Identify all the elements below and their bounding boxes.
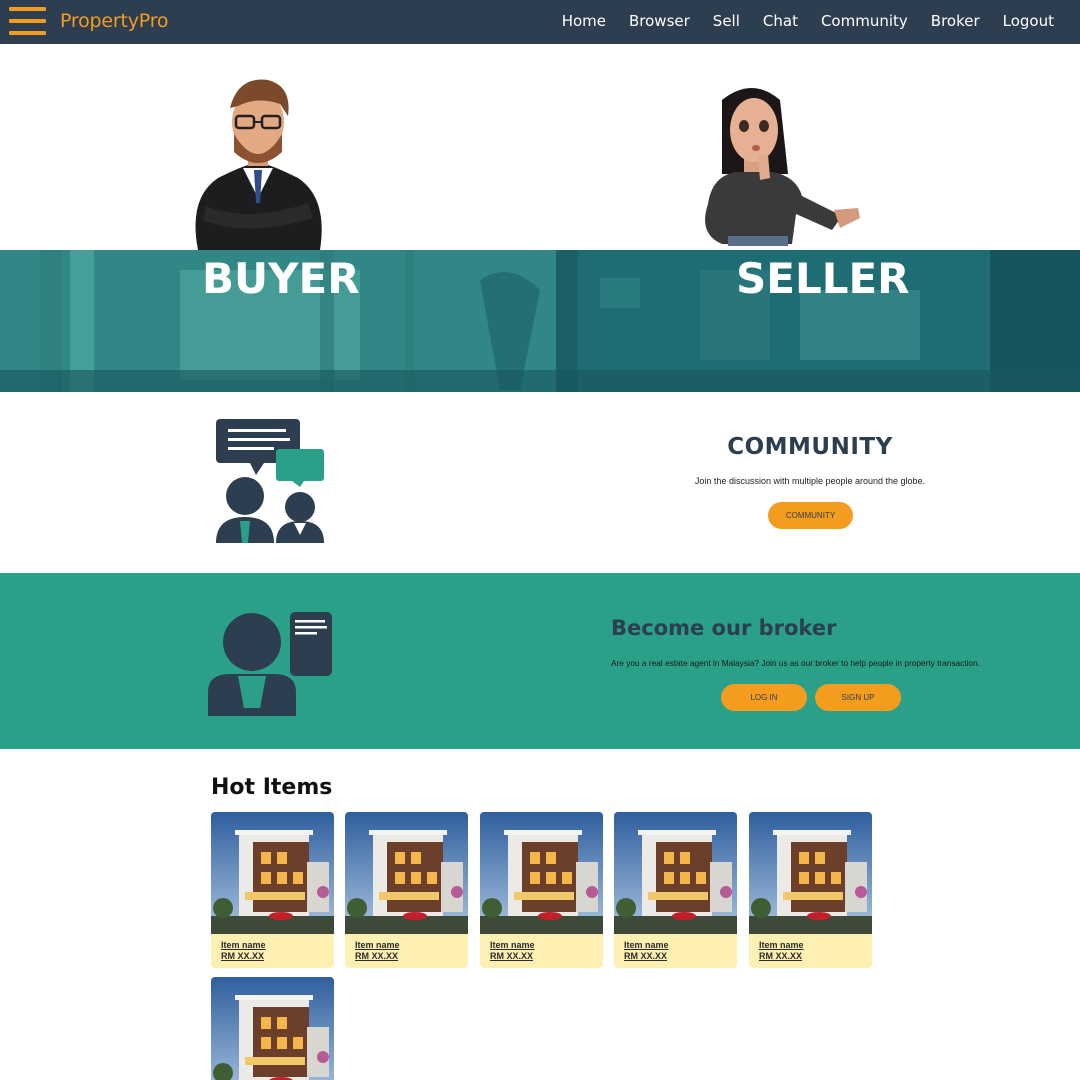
property-photo [614,812,737,934]
hot-item-card[interactable]: Item name RM XX.XX [345,812,468,968]
community-chat-icon [216,419,324,543]
login-button[interactable]: LOG IN [721,684,807,711]
nav-link-broker[interactable]: Broker [931,12,980,30]
hero-top-area [0,44,1080,250]
nav-link-browser[interactable]: Browser [629,12,690,30]
hot-item-card[interactable]: Item name RM XX.XX [211,812,334,968]
hot-item-card[interactable]: Item name RM XX.XX [480,812,603,968]
broker-person-icon [208,612,332,716]
item-price-link[interactable]: RM XX.XX [624,951,667,961]
nav-link-sell[interactable]: Sell [713,12,740,30]
property-photo [345,812,468,934]
property-photo [749,812,872,934]
item-name-link[interactable]: Item name [490,940,535,950]
item-price-link[interactable]: RM XX.XX [221,951,264,961]
community-button[interactable]: COMMUNITY [768,502,853,529]
hot-item-card[interactable] [211,977,334,1080]
nav-link-logout[interactable]: Logout [1003,12,1054,30]
item-name-link[interactable]: Item name [624,940,669,950]
item-name-link[interactable]: Item name [355,940,400,950]
buyer-avatar-icon [195,79,322,250]
buyer-heading[interactable]: BUYER [202,254,360,303]
hot-item-card[interactable]: Item name RM XX.XX [749,812,872,968]
broker-description: Are you a real estate agent in Malaysia?… [611,658,980,668]
item-price-link[interactable]: RM XX.XX [759,951,802,961]
item-price-link[interactable]: RM XX.XX [490,951,533,961]
property-photo [211,977,334,1080]
seller-avatar-icon [705,88,860,246]
seller-heading[interactable]: SELLER [736,254,910,303]
property-photo [480,812,603,934]
community-title: COMMUNITY [727,434,893,460]
item-price-link[interactable]: RM XX.XX [355,951,398,961]
broker-title: Become our broker [611,616,837,640]
item-name-link[interactable]: Item name [221,940,266,950]
top-navbar: PropertyPro Home Browser Sell Chat Commu… [0,0,1080,44]
hamburger-menu-icon[interactable] [9,7,46,37]
property-photo [211,812,334,934]
signup-button[interactable]: SIGN UP [815,684,901,711]
nav-link-community[interactable]: Community [821,12,908,30]
item-name-link[interactable]: Item name [759,940,804,950]
brand-logo[interactable]: PropertyPro [60,10,169,32]
nav-link-chat[interactable]: Chat [763,12,798,30]
community-description: Join the discussion with multiple people… [694,476,926,486]
hot-item-card[interactable]: Item name RM XX.XX [614,812,737,968]
hero-banner-background [0,250,1080,392]
hot-items-title: Hot Items [211,775,333,800]
nav-links: Home Browser Sell Chat Community Broker … [539,12,1054,30]
nav-link-home[interactable]: Home [562,12,606,30]
